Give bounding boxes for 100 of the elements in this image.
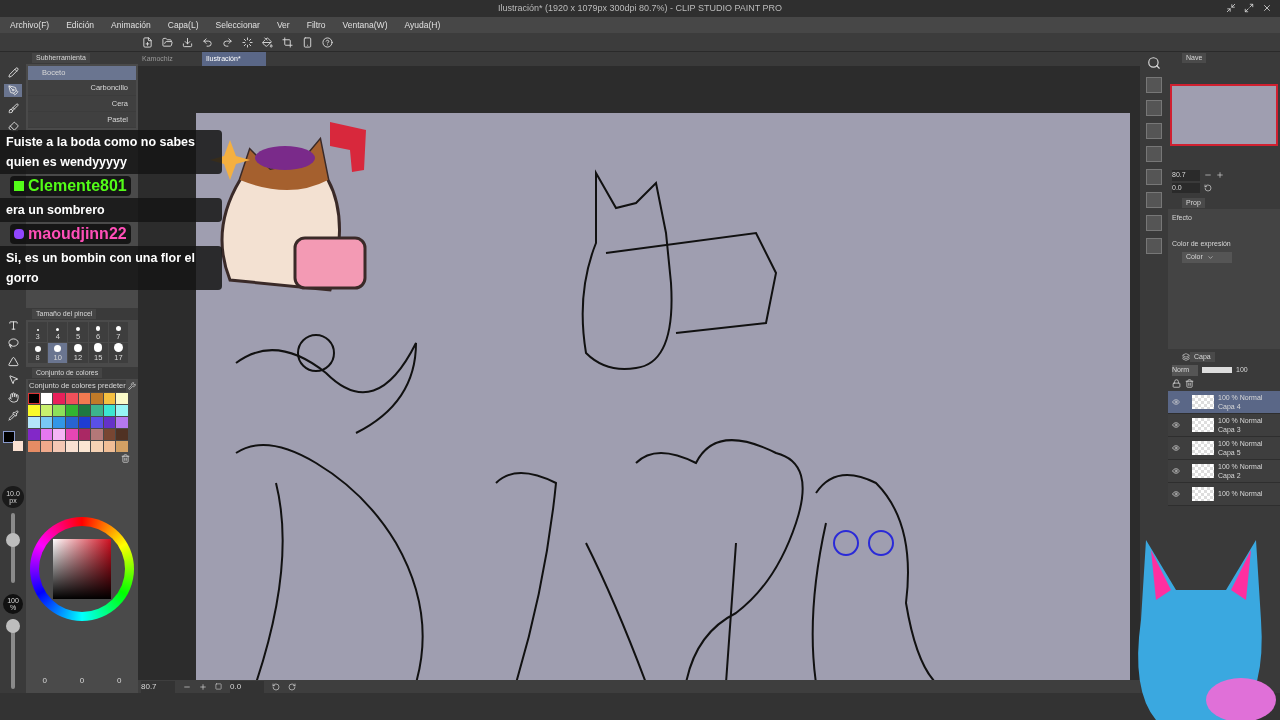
rotate-left-icon[interactable] bbox=[272, 682, 280, 691]
zoom-in-icon[interactable] bbox=[1216, 171, 1224, 180]
color-swatch[interactable] bbox=[78, 405, 91, 416]
slider-thumb[interactable] bbox=[6, 532, 20, 547]
layer-thumbnail bbox=[1192, 440, 1214, 455]
help-icon[interactable] bbox=[322, 36, 333, 48]
color-swatch[interactable] bbox=[53, 429, 65, 440]
color-swatch[interactable] bbox=[28, 393, 40, 404]
color-swatch[interactable] bbox=[40, 429, 53, 440]
window-title: Ilustración* (1920 x 1079px 300dpi 80.7%) - CLIP STUDIO PAINT PRO bbox=[497, 1, 783, 15]
color-swatch[interactable] bbox=[28, 405, 40, 416]
color-swatch[interactable] bbox=[40, 417, 53, 428]
color-swatch[interactable] bbox=[91, 393, 103, 404]
color-swatch[interactable] bbox=[28, 417, 40, 428]
close-icon[interactable] bbox=[1262, 3, 1272, 13]
menu-item[interactable]: Seleccionar bbox=[215, 18, 260, 32]
chat-username: Clemente801 bbox=[28, 177, 127, 195]
color-swatch[interactable] bbox=[40, 393, 53, 404]
color-swatch[interactable] bbox=[103, 441, 116, 452]
toolbar-icon[interactable] bbox=[282, 36, 293, 48]
color-swatch[interactable] bbox=[65, 429, 78, 440]
color-swatch[interactable] bbox=[116, 429, 128, 440]
panel-toggle[interactable] bbox=[1146, 77, 1162, 93]
color-swatch[interactable] bbox=[103, 393, 116, 404]
toolbar-icon[interactable] bbox=[242, 36, 253, 48]
color-swatch[interactable] bbox=[116, 393, 128, 404]
toolbar-icon[interactable] bbox=[222, 36, 233, 48]
color-swatch[interactable] bbox=[116, 405, 128, 416]
lock-icon[interactable] bbox=[1172, 378, 1181, 388]
toolbar-icon[interactable] bbox=[202, 36, 213, 48]
color-swatch[interactable] bbox=[28, 441, 40, 452]
panel-toggle[interactable] bbox=[1146, 123, 1162, 139]
color-swatch[interactable] bbox=[103, 417, 116, 428]
zoom-in-icon[interactable] bbox=[199, 682, 207, 691]
color-swatch[interactable] bbox=[53, 417, 65, 428]
phone-icon[interactable] bbox=[302, 36, 313, 48]
slider-thumb[interactable] bbox=[6, 619, 20, 633]
color-value: 0 bbox=[79, 675, 85, 687]
menu-item[interactable]: Archivo(F) bbox=[10, 18, 50, 32]
color-swatch[interactable] bbox=[91, 405, 103, 416]
rotate-right-icon[interactable] bbox=[288, 682, 296, 691]
color-swatch[interactable] bbox=[65, 405, 78, 416]
color-swatch[interactable] bbox=[116, 441, 128, 452]
zoom-value[interactable]: 80.7 bbox=[141, 680, 175, 693]
color-swatch[interactable] bbox=[78, 393, 91, 404]
opacity-bar[interactable] bbox=[1202, 367, 1232, 374]
angle-value[interactable]: 0.0 bbox=[230, 680, 264, 693]
badge-icon bbox=[14, 181, 24, 191]
color-swatch[interactable] bbox=[53, 441, 65, 452]
chevron-down-icon[interactable] bbox=[1206, 253, 1214, 261]
panel-toggle[interactable] bbox=[1146, 215, 1162, 231]
layer-thumbnail bbox=[1192, 417, 1214, 432]
color-swatch[interactable] bbox=[40, 441, 53, 452]
visibility-icon[interactable] bbox=[1172, 489, 1180, 498]
color-swatch[interactable] bbox=[65, 417, 78, 428]
menu-item[interactable]: Ver bbox=[276, 18, 290, 32]
panel-toggle[interactable] bbox=[1146, 169, 1162, 185]
panel-toggle[interactable] bbox=[1146, 100, 1162, 116]
color-swatch[interactable] bbox=[91, 429, 103, 440]
menu-item[interactable]: Ayuda(H) bbox=[404, 18, 441, 32]
menu-item[interactable]: Capa(L) bbox=[167, 18, 199, 32]
color-swatch[interactable] bbox=[103, 429, 116, 440]
panel-toggle[interactable] bbox=[1146, 192, 1162, 208]
visibility-icon[interactable] bbox=[1172, 443, 1180, 452]
visibility-icon[interactable] bbox=[1172, 466, 1180, 475]
color-swatch[interactable] bbox=[65, 393, 78, 404]
color-swatch[interactable] bbox=[65, 441, 78, 452]
toolbar-icon[interactable] bbox=[262, 36, 273, 48]
color-swatch[interactable] bbox=[91, 417, 103, 428]
panel-toggle[interactable] bbox=[1146, 238, 1162, 254]
color-swatch[interactable] bbox=[53, 405, 65, 416]
minimize-icon[interactable] bbox=[1226, 3, 1236, 13]
color-swatch[interactable] bbox=[91, 441, 103, 452]
color-swatch[interactable] bbox=[40, 405, 53, 416]
visibility-icon[interactable] bbox=[1172, 420, 1180, 429]
toolbar-icon[interactable] bbox=[142, 36, 153, 48]
trash-icon[interactable] bbox=[121, 454, 130, 463]
color-chips[interactable] bbox=[3, 431, 23, 451]
maximize-icon[interactable] bbox=[1244, 3, 1254, 13]
trash-icon[interactable] bbox=[1185, 378, 1194, 388]
color-swatch[interactable] bbox=[28, 429, 40, 440]
menu-item[interactable]: Edición bbox=[66, 18, 95, 32]
color-swatch[interactable] bbox=[53, 393, 65, 404]
fit-icon[interactable] bbox=[215, 683, 222, 690]
toolbar-icon[interactable] bbox=[162, 36, 173, 48]
visibility-icon[interactable] bbox=[1172, 397, 1180, 406]
pen-icon[interactable] bbox=[4, 84, 22, 97]
wrench-icon[interactable] bbox=[128, 382, 136, 390]
menu-item[interactable]: Ventana(W) bbox=[342, 18, 388, 32]
color-swatch[interactable] bbox=[78, 441, 91, 452]
menu-item[interactable]: Animación bbox=[111, 18, 151, 32]
toolbar-icon[interactable] bbox=[182, 36, 193, 48]
panel-toggle[interactable] bbox=[1146, 146, 1162, 162]
rotate-left-icon[interactable] bbox=[1204, 183, 1212, 192]
color-swatch[interactable] bbox=[78, 417, 91, 428]
color-swatch[interactable] bbox=[78, 429, 91, 440]
menu-item[interactable]: Filtro bbox=[306, 18, 326, 32]
color-swatch[interactable] bbox=[116, 417, 128, 428]
search-icon[interactable] bbox=[1147, 56, 1161, 70]
color-swatch[interactable] bbox=[103, 405, 116, 416]
